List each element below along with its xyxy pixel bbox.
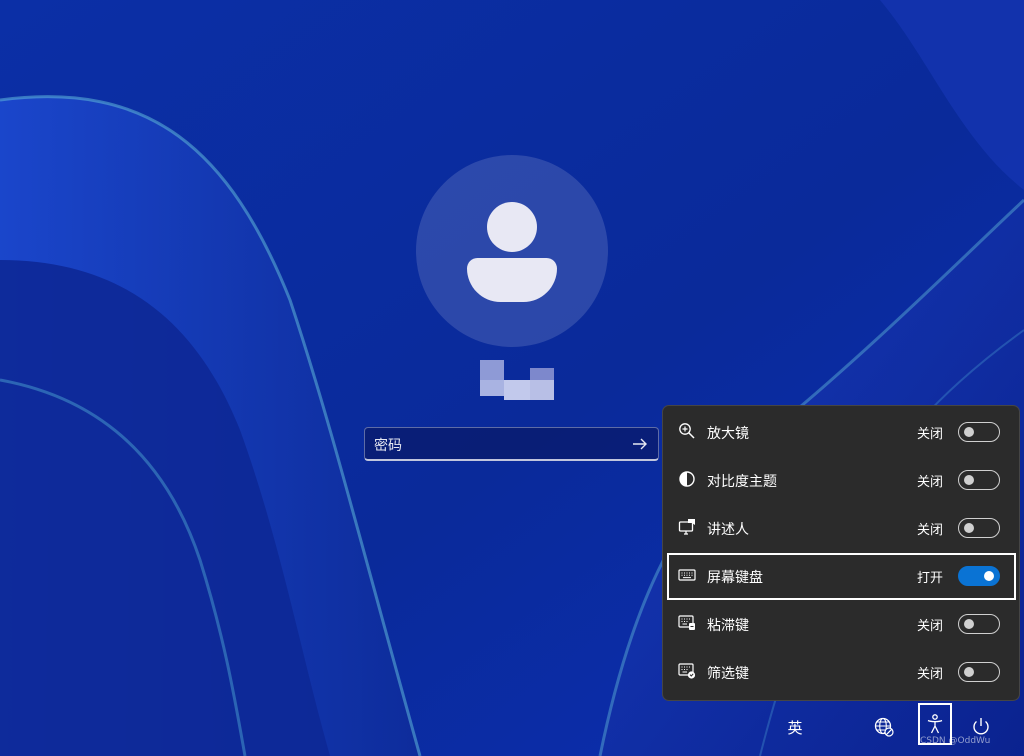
accessibility-item-label: 讲述人 xyxy=(707,522,749,538)
filter-keys-icon xyxy=(678,663,696,679)
toggle-knob xyxy=(964,427,974,437)
contrast-theme-toggle[interactable] xyxy=(958,470,1000,490)
filter-keys-toggle[interactable] xyxy=(958,662,1000,682)
avatar-body xyxy=(467,258,557,302)
globe-no-connection-icon xyxy=(874,717,894,737)
submit-arrow-button[interactable] xyxy=(626,431,654,457)
accessibility-item-sticky-keys[interactable]: 粘滞键 关闭 xyxy=(663,600,1019,648)
contrast-theme-icon xyxy=(679,471,695,487)
sticky-keys-toggle[interactable] xyxy=(958,614,1000,634)
accessibility-item-state: 关闭 xyxy=(917,619,944,634)
accessibility-item-state: 关闭 xyxy=(917,427,944,442)
toggle-knob xyxy=(964,667,974,677)
toggle-knob xyxy=(964,619,974,629)
input-language-button[interactable]: 英 xyxy=(780,717,810,738)
lock-screen: 密码 放大镜 关闭 对比度主题 关闭 讲述人 关闭 屏幕键盘 打开 粘滞键 关闭… xyxy=(0,0,1024,756)
accessibility-flyout: 放大镜 关闭 对比度主题 关闭 讲述人 关闭 屏幕键盘 打开 粘滞键 关闭 筛选… xyxy=(662,405,1020,701)
accessibility-item-label: 对比度主题 xyxy=(707,474,777,490)
accessibility-item-narrator[interactable]: 讲述人 关闭 xyxy=(663,504,1019,552)
arrow-right-icon xyxy=(633,438,647,450)
network-button[interactable] xyxy=(873,716,895,738)
accessibility-item-label: 筛选键 xyxy=(707,666,749,682)
password-placeholder: 密码 xyxy=(374,438,402,454)
accessibility-item-label: 粘滞键 xyxy=(707,618,749,634)
accessibility-item-magnifier[interactable]: 放大镜 关闭 xyxy=(663,408,1019,456)
accessibility-item-contrast-theme[interactable]: 对比度主题 关闭 xyxy=(663,456,1019,504)
power-button[interactable] xyxy=(970,716,992,738)
toggle-knob xyxy=(964,475,974,485)
redacted-username xyxy=(480,360,554,400)
narrator-toggle[interactable] xyxy=(958,518,1000,538)
avatar-head xyxy=(487,202,537,252)
toggle-knob xyxy=(964,523,974,533)
accessibility-item-state: 关闭 xyxy=(917,523,944,538)
power-icon xyxy=(973,718,989,735)
accessibility-item-state: 关闭 xyxy=(917,475,944,490)
magnifier-toggle[interactable] xyxy=(958,422,1000,442)
watermark-text: CSDN @OddWu xyxy=(920,736,991,746)
magnifier-icon xyxy=(679,423,695,439)
accessibility-item-label: 放大镜 xyxy=(707,426,749,442)
accessibility-item-state: 关闭 xyxy=(917,667,944,682)
sticky-keys-icon xyxy=(678,615,695,630)
selection-highlight-frame xyxy=(667,553,1016,600)
narrator-icon xyxy=(678,519,695,535)
user-avatar xyxy=(416,155,608,347)
accessibility-icon xyxy=(927,714,943,734)
password-field[interactable]: 密码 xyxy=(364,427,659,461)
accessibility-item-filter-keys[interactable]: 筛选键 关闭 xyxy=(663,648,1019,696)
